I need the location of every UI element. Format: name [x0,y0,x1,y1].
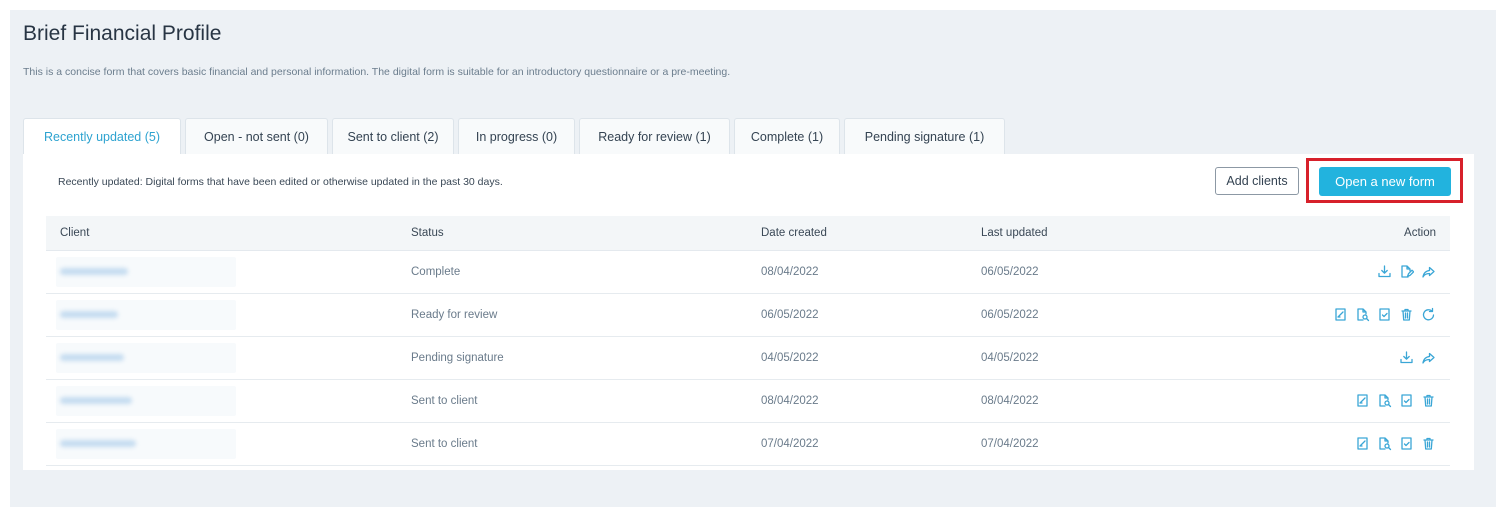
preview-document-icon[interactable] [1377,393,1392,408]
sign-document-icon[interactable] [1333,307,1348,322]
share-icon[interactable] [1421,350,1436,365]
client-name-redacted[interactable] [56,343,236,373]
date-created-cell: 06/05/2022 [761,309,819,321]
trash-icon[interactable] [1421,436,1436,451]
date-created-cell: 08/04/2022 [761,266,819,278]
edit-document-icon[interactable] [1399,264,1414,279]
client-name-redacted[interactable] [56,429,236,459]
row-actions [1326,307,1436,322]
tab-complete[interactable]: Complete (1) [734,118,840,154]
client-name-redacted[interactable] [56,257,236,287]
table-row: Sent to client 07/04/2022 07/04/2022 [46,423,1450,466]
table-row: Ready for review 06/05/2022 06/05/2022 [46,294,1450,337]
tab-sent-to-client[interactable]: Sent to client (2) [332,118,454,154]
header-status: Status [411,227,444,239]
open-new-form-button[interactable]: Open a new form [1319,167,1451,196]
status-cell: Sent to client [411,438,478,450]
last-updated-cell: 07/04/2022 [981,438,1039,450]
row-actions [1348,393,1436,408]
approve-document-icon[interactable] [1377,307,1392,322]
status-tabs: Recently updated (5) Open - not sent (0)… [23,118,1009,155]
redaction-blur [60,354,124,361]
approve-document-icon[interactable] [1399,436,1414,451]
tab-in-progress[interactable]: In progress (0) [458,118,575,154]
page-subtitle: This is a concise form that covers basic… [23,66,731,78]
last-updated-cell: 06/05/2022 [981,309,1039,321]
trash-icon[interactable] [1399,307,1414,322]
table-row: Pending signature 04/05/2022 04/05/2022 [46,337,1450,380]
download-icon[interactable] [1377,264,1392,279]
table-header: Client Status Date created Last updated … [46,216,1450,251]
last-updated-cell: 04/05/2022 [981,352,1039,364]
header-date-created: Date created [761,227,827,239]
share-icon[interactable] [1421,264,1436,279]
row-actions [1348,436,1436,451]
tab-panel: Recently updated: Digital forms that hav… [23,154,1474,470]
client-name-redacted[interactable] [56,300,236,330]
download-icon[interactable] [1399,350,1414,365]
row-actions [1392,350,1436,365]
last-updated-cell: 06/05/2022 [981,266,1039,278]
last-updated-cell: 08/04/2022 [981,395,1039,407]
status-cell: Complete [411,266,461,278]
table-row: Sent to client 08/04/2022 08/04/2022 [46,380,1450,423]
tab-pending-signature[interactable]: Pending signature (1) [844,118,1005,154]
tab-recently-updated[interactable]: Recently updated (5) [23,118,181,155]
sign-document-icon[interactable] [1355,393,1370,408]
page-container: Brief Financial Profile This is a concis… [10,10,1496,507]
forms-table: Client Status Date created Last updated … [46,216,1450,466]
sign-document-icon[interactable] [1355,436,1370,451]
header-last-updated: Last updated [981,227,1048,239]
tab-open-not-sent[interactable]: Open - not sent (0) [185,118,328,154]
date-created-cell: 08/04/2022 [761,395,819,407]
header-action: Action [1404,227,1436,239]
header-client: Client [60,227,90,239]
approve-document-icon[interactable] [1399,393,1414,408]
redaction-blur [60,311,118,318]
redaction-blur [60,397,132,404]
date-created-cell: 07/04/2022 [761,438,819,450]
table-row: Complete 08/04/2022 06/05/2022 [46,251,1450,294]
redaction-blur [60,268,128,275]
tab-ready-for-review[interactable]: Ready for review (1) [579,118,730,154]
add-clients-button[interactable]: Add clients [1215,167,1299,195]
client-name-redacted[interactable] [56,386,236,416]
preview-document-icon[interactable] [1377,436,1392,451]
status-cell: Ready for review [411,309,498,321]
page-title: Brief Financial Profile [23,22,222,45]
refresh-icon[interactable] [1421,307,1436,322]
status-cell: Sent to client [411,395,478,407]
trash-icon[interactable] [1421,393,1436,408]
panel-description: Recently updated: Digital forms that hav… [58,176,503,188]
preview-document-icon[interactable] [1355,307,1370,322]
date-created-cell: 04/05/2022 [761,352,819,364]
status-cell: Pending signature [411,352,504,364]
redaction-blur [60,440,136,447]
row-actions [1370,264,1436,279]
